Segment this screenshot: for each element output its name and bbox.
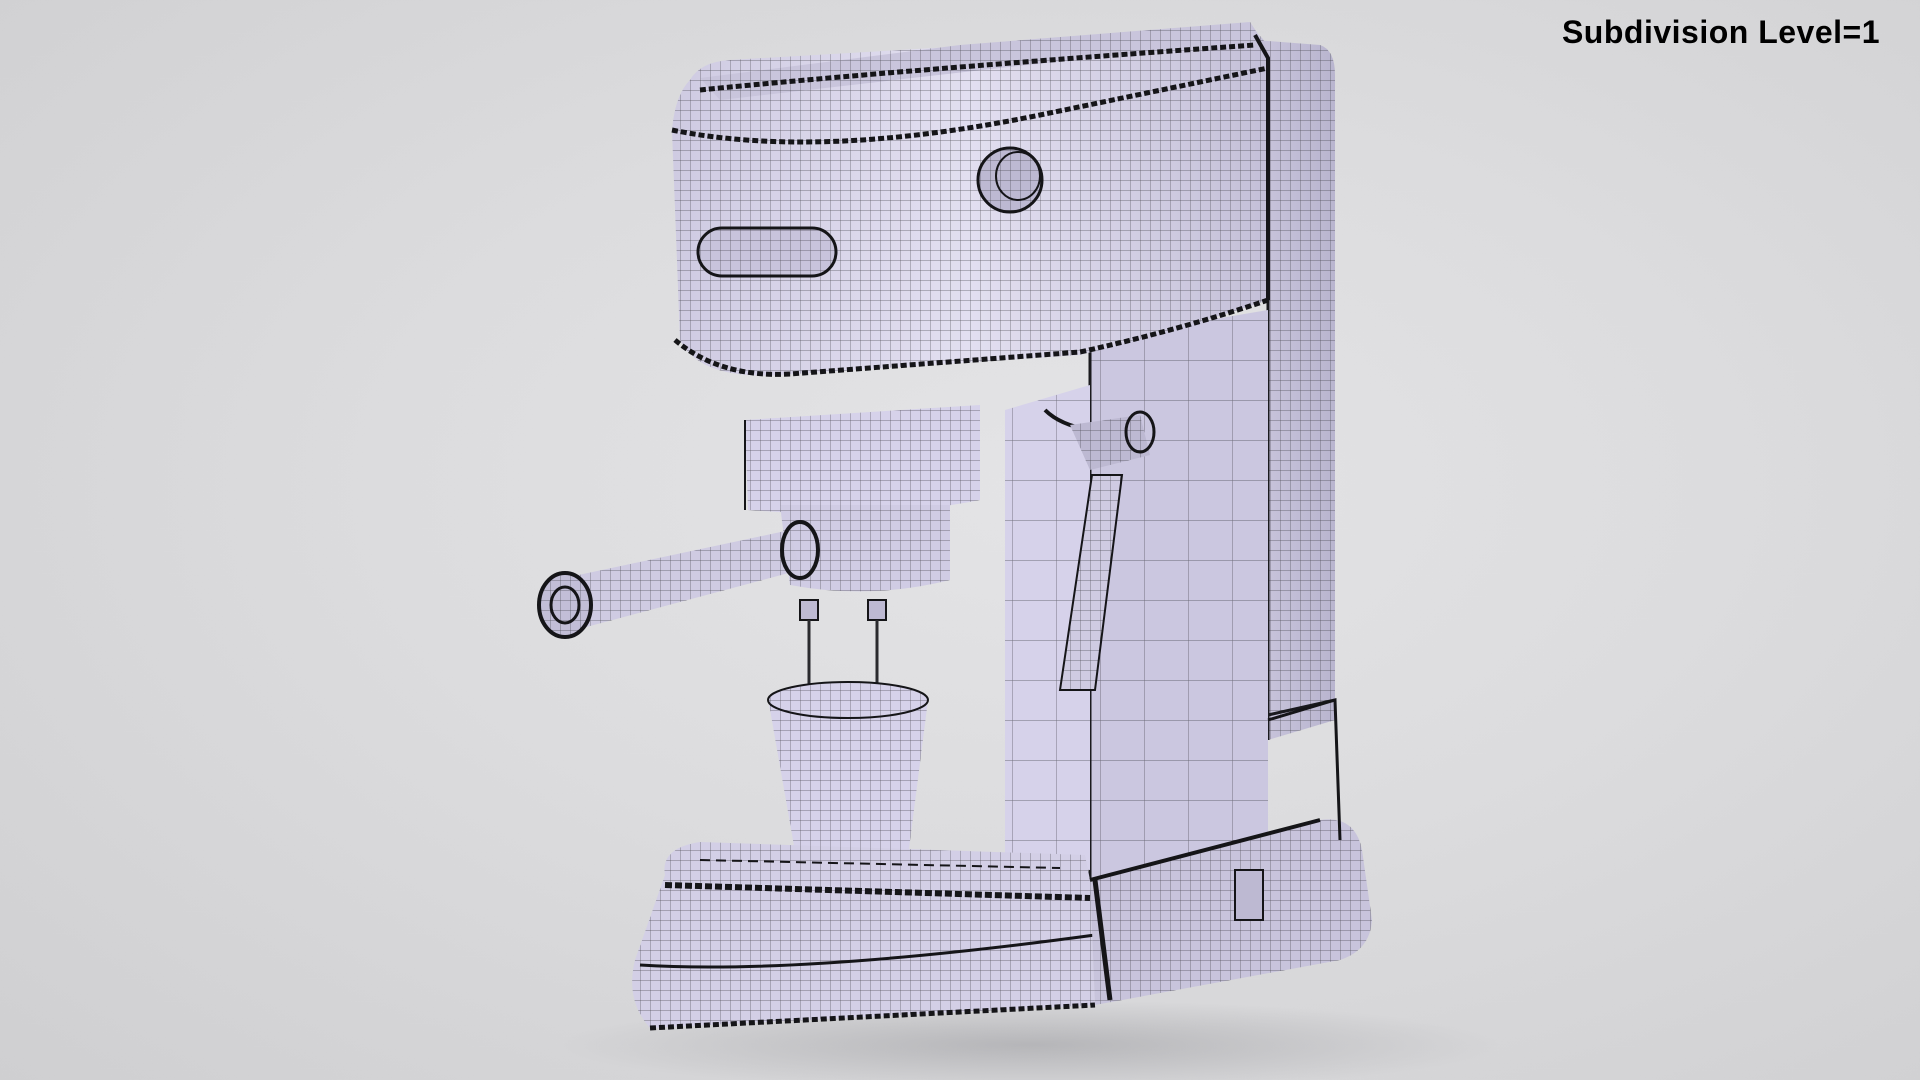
coffee-spouts — [799, 599, 887, 690]
portafilter-handle — [537, 520, 820, 639]
display-window — [696, 226, 838, 278]
drip-tray-base — [632, 842, 1096, 1031]
subdivision-level-label: Subdivision Level=1 — [1561, 14, 1880, 50]
head-housing — [671, 22, 1270, 377]
espresso-machine-icon — [537, 22, 1500, 1080]
control-knob-icon — [976, 146, 1044, 214]
render-viewport: Subdivision Level=1 — [0, 0, 1920, 1080]
side-panel — [1088, 310, 1268, 880]
